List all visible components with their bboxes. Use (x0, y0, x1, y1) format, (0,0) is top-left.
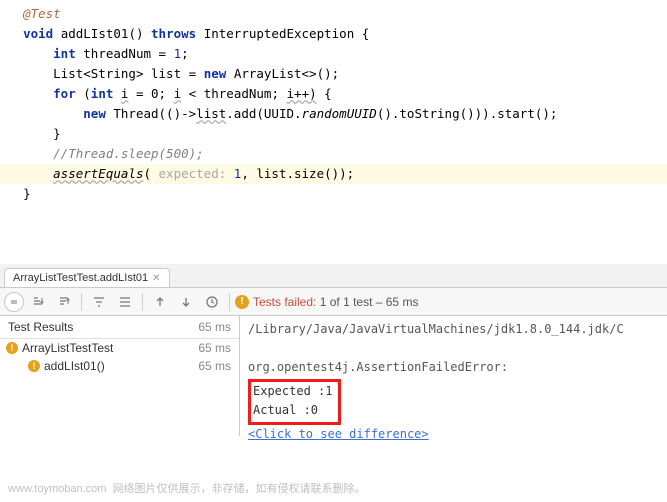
results-area: Test Results 65 ms !ArrayListTestTest 65… (0, 316, 667, 436)
toolbar-divider (229, 293, 230, 311)
collapse-button[interactable] (4, 292, 24, 312)
code-line: void addLIst01() throws InterruptedExcep… (0, 24, 667, 44)
fail-icon: ! (28, 360, 40, 372)
code-line-highlighted: assertEquals( expected: 1, list.size()); (0, 164, 667, 184)
row-time: 65 ms (198, 341, 231, 355)
fail-icon: ! (235, 295, 249, 309)
code-line: new Thread(()->list.add(UUID.randomUUID(… (0, 104, 667, 124)
run-tab[interactable]: ArrayListTestTest.addLIst01 ✕ (4, 268, 170, 287)
sort-down-icon[interactable] (26, 290, 50, 314)
code-line: } (0, 124, 667, 144)
expected-actual-highlight: Expected :1 Actual :0 (248, 379, 341, 425)
console-panel: /Library/Java/JavaVirtualMachines/jdk1.8… (240, 316, 667, 436)
run-tab-bar: ArrayListTestTest.addLIst01 ✕ (0, 264, 667, 288)
test-tree-panel: Test Results 65 ms !ArrayListTestTest 65… (0, 316, 240, 436)
row-time: 65 ms (198, 359, 231, 373)
watermark: www.toymoban.com 网络图片仅供展示，非存储，如有侵权请联系删除。 (8, 480, 366, 496)
status-fail-text: Tests failed: (253, 295, 316, 309)
actual-line: Actual :0 (253, 401, 332, 420)
toolbar-divider (142, 293, 143, 311)
code-line: //Thread.sleep(500); (0, 144, 667, 164)
see-difference-link[interactable]: <Click to see difference> (248, 427, 429, 441)
sort-up-icon[interactable] (52, 290, 76, 314)
history-icon[interactable] (200, 290, 224, 314)
code-line: List<String> list = new ArrayList<>(); (0, 64, 667, 84)
arrow-up-icon[interactable] (148, 290, 172, 314)
code-line: } (0, 184, 667, 204)
tree-header: Test Results 65 ms (0, 316, 239, 339)
test-toolbar: ! Tests failed: 1 of 1 test – 65 ms (0, 288, 667, 316)
code-line: for (int i = 0; i < threadNum; i++) { (0, 84, 667, 104)
close-icon[interactable]: ✕ (152, 273, 160, 284)
filter-icon[interactable] (87, 290, 111, 314)
tree-header-label: Test Results (8, 320, 73, 334)
code-editor: @Test void addLIst01() throws Interrupte… (0, 0, 667, 204)
code-line: int threadNum = 1; (0, 44, 667, 64)
console-jdk-path: /Library/Java/JavaVirtualMachines/jdk1.8… (248, 320, 659, 339)
fail-icon: ! (6, 342, 18, 354)
tree-row-method[interactable]: !addLIst01() 65 ms (0, 357, 239, 375)
annotation: @Test (23, 6, 61, 21)
tree-header-time: 65 ms (198, 320, 231, 334)
tree-row-class[interactable]: !ArrayListTestTest 65 ms (0, 339, 239, 357)
status-rest: 1 of 1 test – 65 ms (320, 295, 419, 309)
arrow-down-icon[interactable] (174, 290, 198, 314)
expected-line: Expected :1 (253, 382, 332, 401)
test-status: ! Tests failed: 1 of 1 test – 65 ms (235, 295, 418, 309)
toolbar-divider (81, 293, 82, 311)
tab-label: ArrayListTestTest.addLIst01 (13, 272, 148, 284)
console-error: org.opentest4j.AssertionFailedError: (248, 358, 659, 377)
expand-icon[interactable] (113, 290, 137, 314)
code-line: @Test (0, 4, 667, 24)
